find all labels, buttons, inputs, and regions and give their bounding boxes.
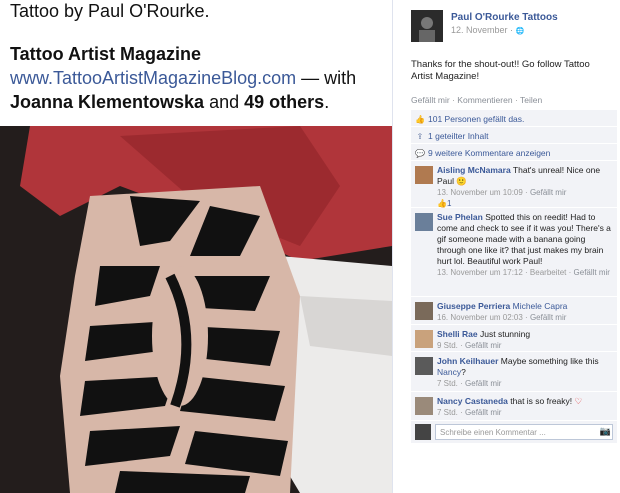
shares-row[interactable]: ⇪ 1 geteilter Inhalt [411, 127, 617, 144]
blog-link[interactable]: www.TattooArtistMagazineBlog.com [10, 68, 296, 88]
comment-time[interactable]: 9 Std. · [437, 341, 465, 350]
comment-item: John Keilhauer Maybe something like this… [411, 352, 617, 392]
comment-icon: 💬 [415, 149, 425, 158]
commenter-avatar[interactable] [415, 357, 433, 375]
comment-item: Nancy Castaneda that is so freaky! ♡ 7 S… [411, 392, 617, 421]
post-tags: Tattoo Artist Magazine www.TattooArtistM… [10, 42, 385, 114]
comment-time[interactable]: 7 Std. · [437, 379, 465, 388]
tagged-person[interactable]: Joanna Klementowska [10, 92, 204, 112]
globe-icon: 🌐 [515, 28, 525, 35]
commenter-avatar[interactable] [415, 166, 433, 184]
comment-like-button[interactable]: Gefällt mir [530, 188, 566, 197]
like-button[interactable]: Gefällt mir [411, 95, 450, 105]
commenter-name[interactable]: Sue Phelan [437, 212, 483, 222]
camera-icon[interactable]: 📷 [600, 426, 611, 437]
more-comments-row[interactable]: 💬 9 weitere Kommentare anzeigen [411, 144, 617, 161]
comment-like-count[interactable]: 1 [447, 199, 451, 208]
comment-time[interactable]: 16. November um 02:03 · [437, 313, 530, 322]
comment-meta: 13. November um 17:12 · Bearbeitet · Gef… [437, 268, 610, 277]
comment-item: Giuseppe Perriera Michele Capra 16. Nove… [411, 297, 617, 325]
comment-sidebar: Paul O'Rourke Tattoos 12. November · 🌐 T… [392, 0, 620, 493]
post-date: 12. November · 🌐 [451, 25, 524, 35]
post-caption: Tattoo by Paul O'Rourke. [10, 1, 210, 21]
commenter-name[interactable]: John Keilhauer [437, 356, 498, 366]
current-user-avatar [415, 424, 431, 440]
commenter-avatar[interactable] [415, 330, 433, 348]
commenter-name[interactable]: Shelli Rae [437, 329, 478, 339]
avatar-image [411, 10, 443, 42]
comment-composer: Schreibe einen Kommentar ... 📷 [411, 421, 617, 443]
comment-like-button[interactable]: Gefällt mir [465, 408, 501, 417]
comment-meta: 9 Std. · Gefällt mir [437, 341, 501, 350]
likes-row[interactable]: 👍 101 Personen gefällt das. [411, 110, 617, 127]
comment-item: Shelli Rae Just stunning 9 Std. · Gefäll… [411, 325, 617, 352]
page-name-link[interactable]: Paul O'Rourke Tattoos [451, 12, 558, 23]
commenter-avatar[interactable] [415, 302, 433, 320]
comment-meta: 7 Std. · Gefällt mir [437, 408, 501, 417]
separator: · [512, 95, 520, 105]
comment-time[interactable]: 13. November um 10:09 · [437, 188, 530, 197]
comment-like-button[interactable]: Gefällt mir [465, 341, 501, 350]
share-button[interactable]: Teilen [520, 95, 542, 105]
comment-text: Maybe something like this [500, 356, 599, 366]
comment-like-button[interactable]: Gefällt mir [530, 313, 566, 322]
comment-meta: 13. November um 10:09 · Gefällt mir [437, 188, 566, 197]
tattoo-image [0, 126, 392, 493]
post-actions: Gefällt mir · Kommentieren · Teilen [411, 95, 542, 105]
comment-text: that is so freaky! [510, 396, 573, 406]
period: . [324, 92, 330, 112]
commenter-name[interactable]: Nancy Castaneda [437, 396, 508, 406]
comment-input[interactable]: Schreibe einen Kommentar ... [435, 424, 613, 440]
more-comments-link[interactable]: 9 weitere Kommentare anzeigen [428, 148, 550, 158]
post-date-text[interactable]: 12. November · [451, 25, 516, 35]
comment-button[interactable]: Kommentieren [457, 95, 512, 105]
commenter-avatar[interactable] [415, 213, 433, 231]
comment-text: Just stunning [480, 329, 531, 339]
heart-icon: ♡ [574, 396, 583, 406]
page-tag[interactable]: Tattoo Artist Magazine [10, 44, 201, 64]
comment-meta: 16. November um 02:03 · Gefällt mir [437, 313, 566, 322]
mention-link[interactable]: Michele Capra [513, 301, 568, 311]
share-icon: ⇪ [416, 132, 424, 141]
shares-count[interactable]: 1 geteilter Inhalt [428, 131, 488, 141]
and-word: and [209, 92, 240, 112]
post-left-column: Tattoo by Paul O'Rourke. Tattoo Artist M… [0, 0, 392, 493]
post-message: Thanks for the shout-out!! Go follow Tat… [411, 59, 590, 82]
comment-like-button[interactable]: Gefällt mir [465, 379, 501, 388]
thumbs-up-icon: 👍 [415, 115, 425, 124]
with-word: — with [301, 68, 357, 88]
comment-meta: 7 Std. · Gefällt mir [437, 379, 501, 388]
commenter-name[interactable]: Giuseppe Perriera [437, 301, 510, 311]
mention-link[interactable]: Nancy [437, 367, 461, 377]
comment-like-button[interactable]: Gefällt mir [574, 268, 610, 277]
commenter-name[interactable]: Aisling McNamara [437, 165, 511, 175]
comment-end: ? [461, 367, 466, 377]
likes-count[interactable]: 101 Personen gefällt das. [428, 114, 524, 124]
commenter-avatar[interactable] [415, 397, 433, 415]
comment-item: Sue Phelan Spotted this on reedit! Had t… [411, 208, 617, 297]
tattoo-photo[interactable] [0, 126, 392, 493]
comment-time[interactable]: 7 Std. · [437, 408, 465, 417]
others-link[interactable]: 49 others [244, 92, 324, 112]
comment-item: Aisling McNamara That's unreal! Nice one… [411, 161, 617, 208]
page-avatar[interactable] [411, 10, 443, 42]
like-count-icon: 👍 [437, 199, 447, 208]
comment-time[interactable]: 13. November um 17:12 · Bearbeitet · [437, 268, 574, 277]
